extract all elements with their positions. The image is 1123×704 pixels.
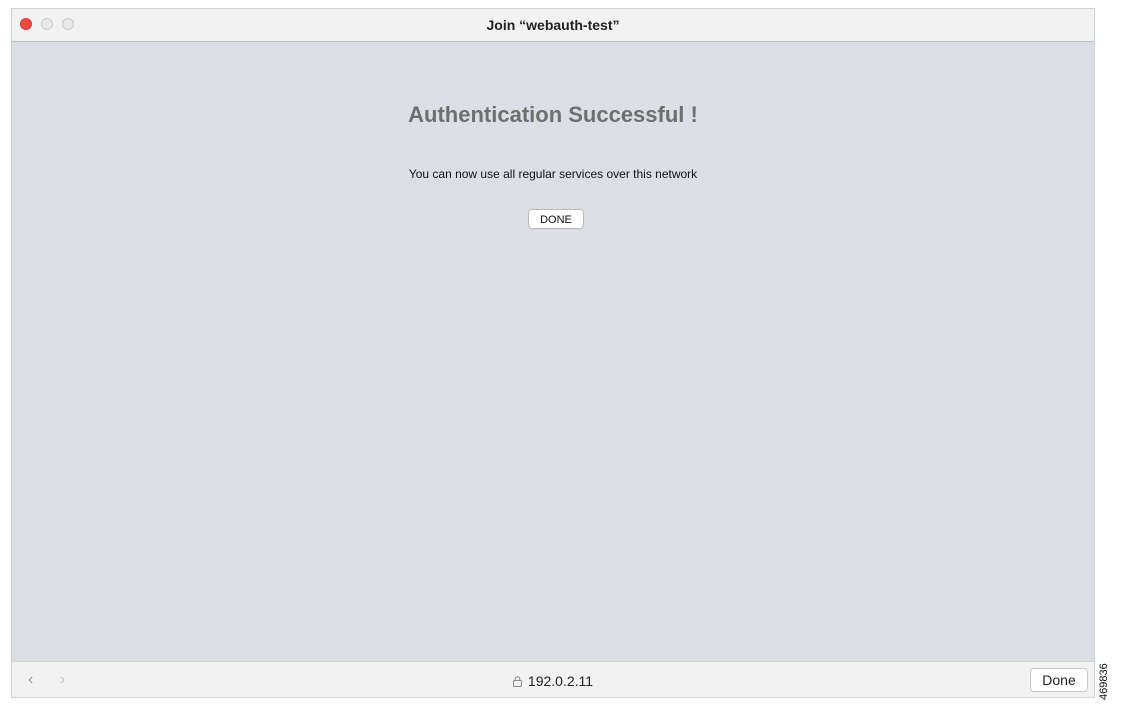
- page-content: Authentication Successful ! You can now …: [12, 42, 1094, 661]
- page-heading: Authentication Successful !: [408, 102, 698, 127]
- window-title: Join “webauth-test”: [486, 17, 620, 33]
- address-display: 192.0.2.11: [12, 673, 1094, 689]
- url-text: 192.0.2.11: [527, 673, 594, 689]
- sheet-done-button[interactable]: Done: [1030, 668, 1088, 692]
- bottom-toolbar: ‹ › 192.0.2.11 Done: [12, 661, 1094, 697]
- captive-portal-window: Join “webauth-test” Authentication Succe…: [11, 8, 1095, 698]
- lock-icon: [512, 676, 522, 689]
- done-button[interactable]: DONE: [528, 209, 584, 229]
- title-bar: Join “webauth-test”: [12, 9, 1094, 42]
- figure-id: 469836: [1098, 663, 1110, 700]
- status-message: You can now use all regular services ove…: [408, 167, 698, 181]
